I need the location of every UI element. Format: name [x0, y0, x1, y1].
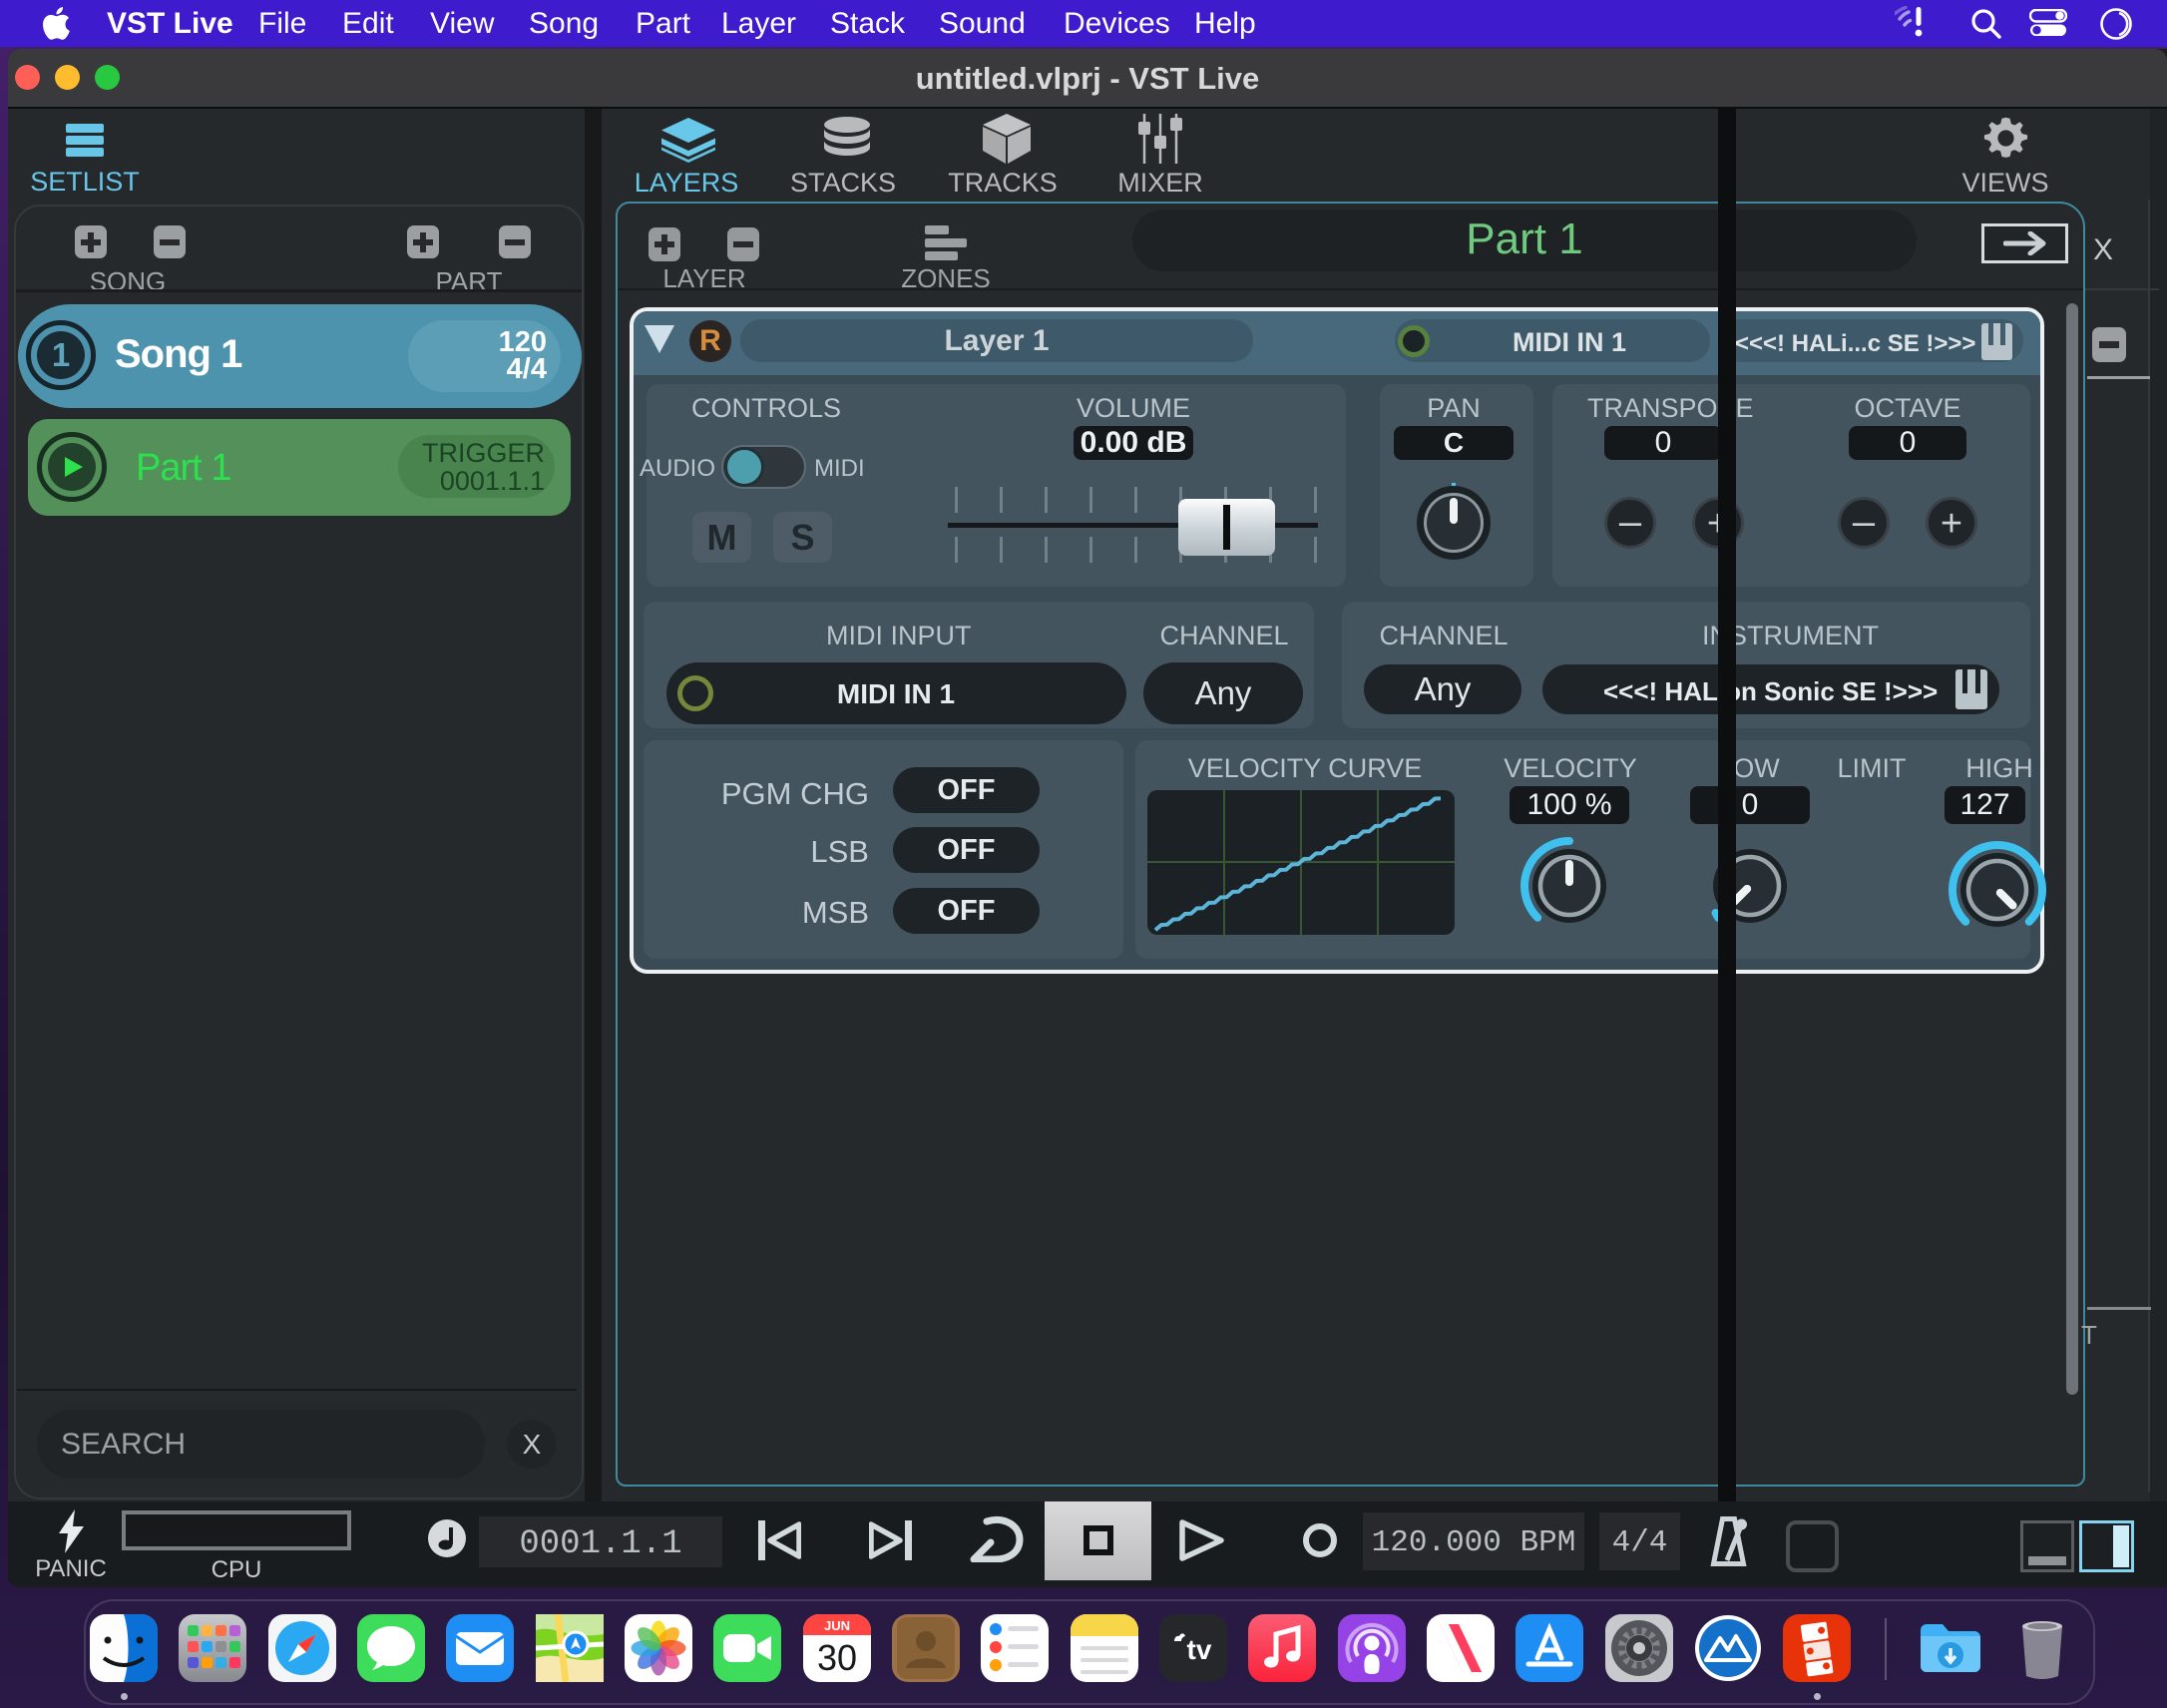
svg-text:30: 30 [817, 1637, 857, 1678]
svg-text:tv: tv [1187, 1634, 1212, 1665]
svg-text:JUN: JUN [824, 1618, 850, 1633]
